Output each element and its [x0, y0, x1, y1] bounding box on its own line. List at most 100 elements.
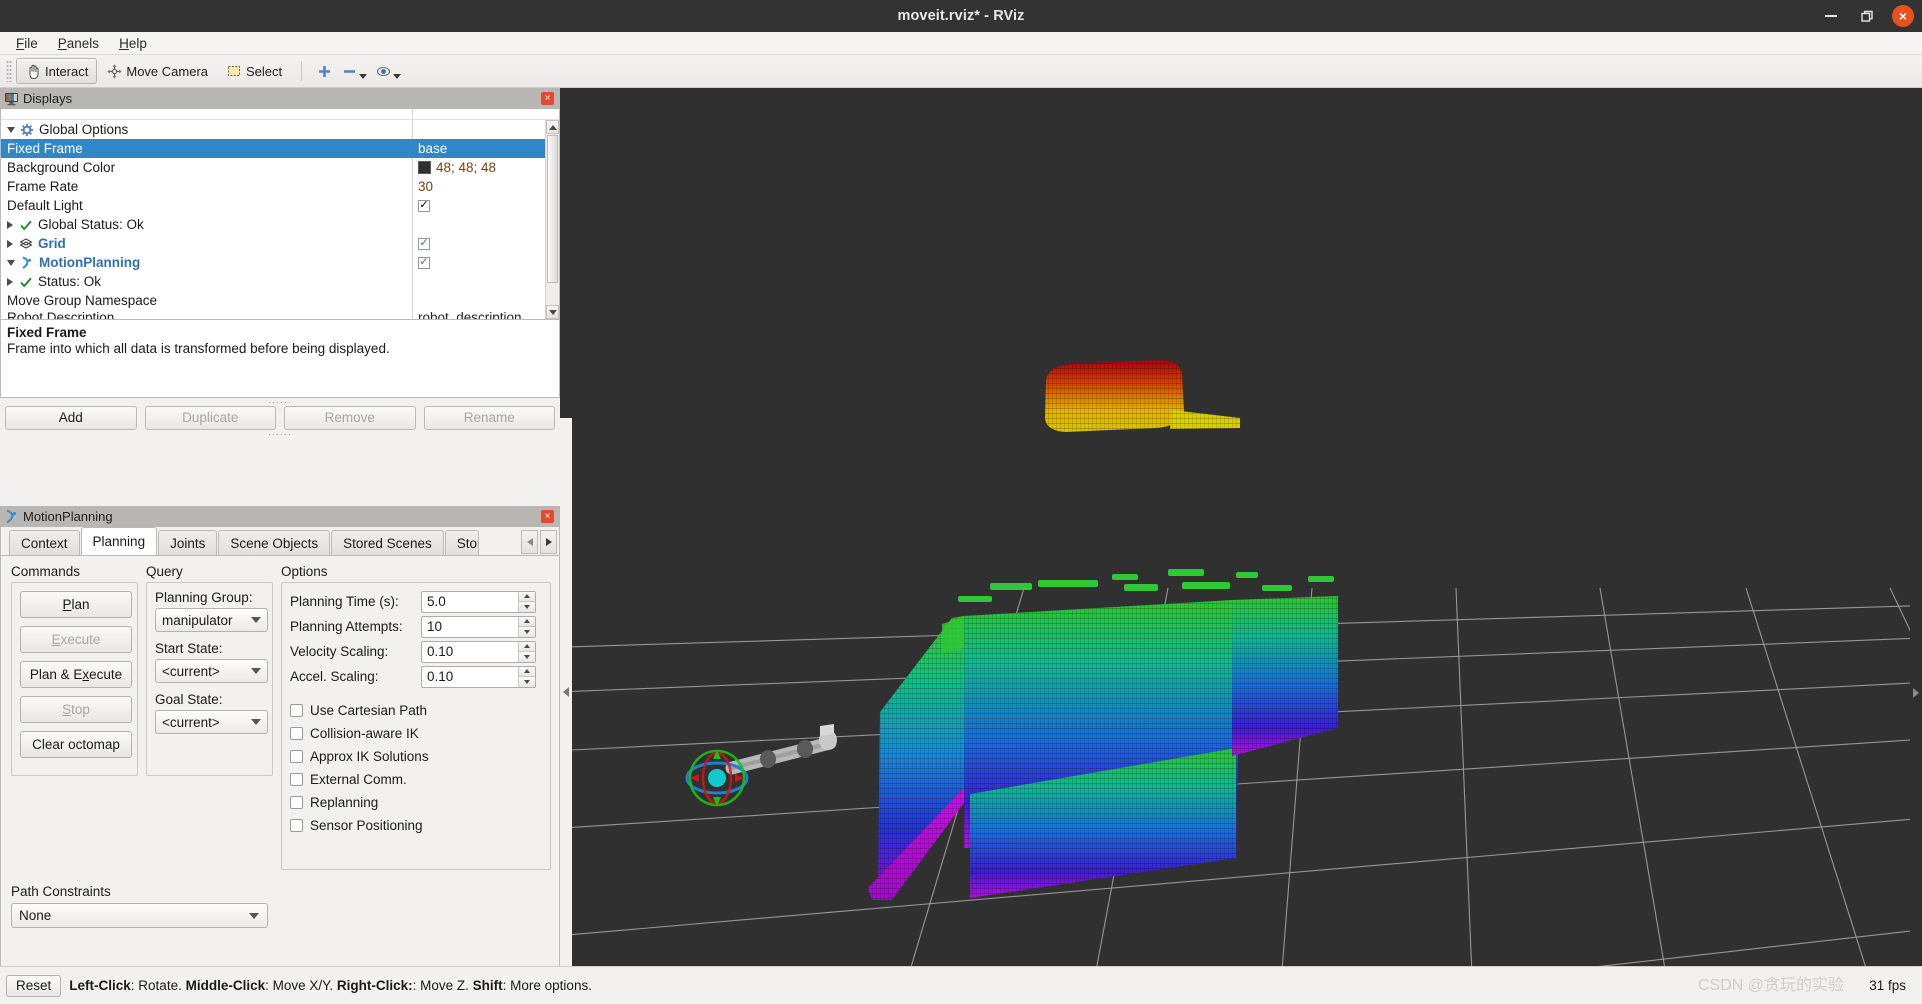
- close-icon[interactable]: ×: [541, 510, 554, 523]
- right-dock-expand-handle[interactable]: [1910, 420, 1922, 966]
- color-swatch[interactable]: [418, 161, 431, 174]
- execute-button[interactable]: Execute: [20, 626, 132, 653]
- replanning-row[interactable]: Replanning: [290, 791, 542, 814]
- left-dock-collapse-handle[interactable]: [560, 418, 572, 966]
- spinner-up[interactable]: [519, 616, 535, 627]
- close-icon[interactable]: ×: [541, 92, 554, 105]
- planning-time-spinner[interactable]: 5.0: [421, 590, 536, 613]
- reset-button[interactable]: Reset: [6, 974, 62, 997]
- spinner-down[interactable]: [519, 627, 535, 637]
- external-comm-row[interactable]: External Comm.: [290, 768, 542, 791]
- tree-row-value-cell[interactable]: ✓: [412, 237, 559, 250]
- displays-tree[interactable]: Global Options Fixed Frame base Backgrou…: [0, 109, 560, 320]
- tab-planning[interactable]: Planning: [80, 527, 158, 555]
- velocity-scaling-spinner[interactable]: 0.10: [421, 640, 536, 663]
- tab-joints[interactable]: Joints: [158, 530, 218, 555]
- minimize-button[interactable]: [1820, 5, 1842, 27]
- spinner-up[interactable]: [519, 666, 535, 677]
- scroll-down-button[interactable]: [546, 305, 559, 319]
- replanning-checkbox[interactable]: [290, 796, 303, 809]
- tree-row-value-cell[interactable]: ✓: [412, 199, 559, 212]
- tree-row-value-cell[interactable]: 48; 48; 48: [412, 160, 559, 175]
- tree-row-move-group-namespace[interactable]: Move Group Namespace: [1, 291, 559, 310]
- fixed-frame-value[interactable]: base: [418, 141, 447, 156]
- spinner-up[interactable]: [519, 591, 535, 602]
- spinner-down[interactable]: [519, 677, 535, 687]
- sensor-positioning-checkbox[interactable]: [290, 819, 303, 832]
- scroll-thumb[interactable]: [547, 135, 558, 283]
- robot-description-value[interactable]: robot_description: [418, 310, 522, 319]
- tree-row-value-cell[interactable]: ✓: [412, 256, 559, 269]
- background-color-value[interactable]: 48; 48; 48: [436, 160, 496, 175]
- 3d-viewport[interactable]: [572, 88, 1910, 966]
- tab-stored-states[interactable]: Stor: [444, 530, 479, 555]
- tree-row-value-cell[interactable]: base: [412, 141, 559, 156]
- maximize-button[interactable]: [1856, 5, 1878, 27]
- tab-stored-scenes[interactable]: Stored Scenes: [331, 530, 444, 555]
- tree-row-motion-planning[interactable]: MotionPlanning ✓: [1, 253, 559, 272]
- tree-scrollbar[interactable]: [545, 120, 559, 319]
- tab-scroll-right[interactable]: [540, 530, 557, 554]
- tree-row-robot-description[interactable]: Robot Description robot_description: [1, 310, 559, 319]
- tree-row-value-cell[interactable]: 30: [412, 179, 559, 194]
- plan-and-execute-button[interactable]: Plan & Ex ecute: [20, 661, 132, 688]
- chevron-right-icon[interactable]: [7, 220, 13, 229]
- add-button[interactable]: Add: [5, 405, 137, 430]
- use-cartesian-path-row[interactable]: Use Cartesian Path: [290, 699, 542, 722]
- duplicate-button[interactable]: Duplicate: [144, 405, 276, 430]
- approx-ik-solutions-checkbox[interactable]: [290, 750, 303, 763]
- rename-button[interactable]: Rename: [423, 405, 555, 430]
- planning-attempts-spinner[interactable]: 10: [421, 615, 536, 638]
- tab-scene-objects[interactable]: Scene Objects: [218, 530, 331, 555]
- approx-ik-solutions-row[interactable]: Approx IK Solutions: [290, 745, 542, 768]
- menu-help[interactable]: Help: [111, 34, 155, 53]
- close-button[interactable]: ×: [1892, 5, 1914, 27]
- external-comm-checkbox[interactable]: [290, 773, 303, 786]
- toolbar-grip[interactable]: [6, 60, 12, 82]
- tab-context[interactable]: Context: [9, 530, 80, 555]
- tree-row-fixed-frame[interactable]: Fixed Frame base: [1, 139, 559, 158]
- sensor-positioning-row[interactable]: Sensor Positioning: [290, 814, 542, 837]
- tree-row-status-ok[interactable]: Status: Ok: [1, 272, 559, 291]
- tool-move-camera[interactable]: Move Camera: [97, 58, 217, 84]
- remove-button[interactable]: Remove: [284, 405, 416, 430]
- path-constraints-select[interactable]: None: [11, 903, 268, 928]
- goal-state-select[interactable]: <current>: [155, 710, 268, 734]
- clear-octomap-button[interactable]: Clear octomap: [20, 731, 132, 758]
- tool-select[interactable]: Select: [217, 58, 291, 84]
- chevron-right-icon[interactable]: [7, 277, 13, 286]
- accel-scaling-spinner[interactable]: 0.10: [421, 665, 536, 688]
- frame-rate-value[interactable]: 30: [418, 179, 433, 194]
- collision-aware-ik-checkbox[interactable]: [290, 727, 303, 740]
- spinner-buttons[interactable]: [518, 591, 535, 612]
- focus-camera-button[interactable]: [371, 58, 405, 84]
- chevron-down-icon-2[interactable]: [393, 73, 402, 79]
- chevron-down-icon[interactable]: [359, 73, 368, 79]
- remove-tool-button[interactable]: [337, 58, 371, 84]
- grid-enabled-checkbox[interactable]: ✓: [418, 237, 430, 250]
- dock-splitter-handle[interactable]: ······: [0, 429, 560, 439]
- tool-interact[interactable]: Interact: [16, 58, 98, 84]
- tree-row-frame-rate[interactable]: Frame Rate 30: [1, 177, 559, 196]
- spinner-up[interactable]: [519, 641, 535, 652]
- menu-file[interactable]: File: [8, 34, 46, 53]
- tree-row-background-color[interactable]: Background Color 48; 48; 48: [1, 158, 559, 177]
- motionplanning-enabled-checkbox[interactable]: ✓: [418, 256, 430, 269]
- splitter-handle[interactable]: ······: [0, 397, 560, 407]
- spinner-down[interactable]: [519, 652, 535, 662]
- tree-row-grid[interactable]: Grid ✓: [1, 234, 559, 253]
- stop-button[interactable]: Stop: [20, 696, 132, 723]
- use-cartesian-path-checkbox[interactable]: [290, 704, 303, 717]
- plan-button[interactable]: Plan: [20, 591, 132, 618]
- tree-row-global-status[interactable]: Global Status: Ok: [1, 215, 559, 234]
- tree-row-default-light[interactable]: Default Light ✓: [1, 196, 559, 215]
- default-light-checkbox[interactable]: ✓: [418, 199, 430, 212]
- add-tool-button[interactable]: [312, 58, 337, 84]
- chevron-right-icon[interactable]: [7, 239, 13, 248]
- menu-panels[interactable]: Panels: [50, 34, 107, 53]
- collision-aware-ik-row[interactable]: Collision-aware IK: [290, 722, 542, 745]
- chevron-down-icon[interactable]: [7, 259, 15, 266]
- spinner-buttons[interactable]: [518, 616, 535, 637]
- tab-scroll-left[interactable]: [521, 530, 538, 554]
- start-state-select[interactable]: <current>: [155, 659, 268, 683]
